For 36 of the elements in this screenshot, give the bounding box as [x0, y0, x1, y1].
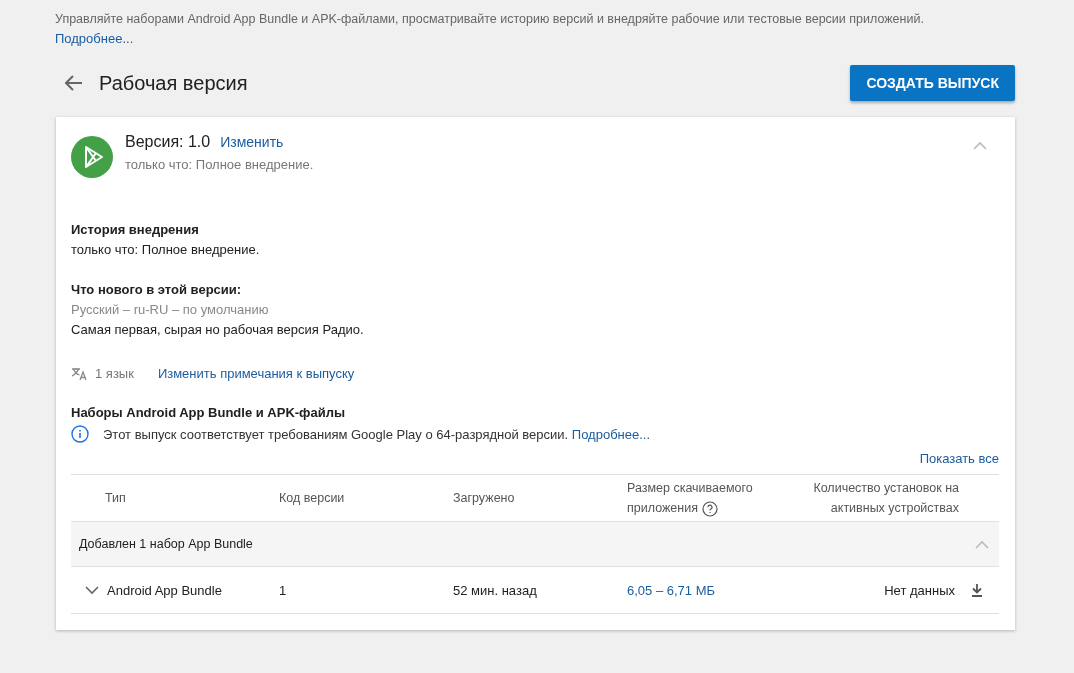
column-header: Размер скачиваемого приложения [627, 480, 754, 518]
table-cell: Нет данных [884, 582, 955, 598]
group-label: Добавлен 1 набор App Bundle [79, 537, 253, 551]
table-cell-text: 52 мин. назад [453, 582, 538, 598]
table-cell-text: 1 [279, 582, 288, 598]
show-all-link[interactable]: Показать все [919, 451, 999, 466]
release-notes: Самая первая, сырая но рабочая версия Радио. [71, 321, 365, 339]
edit-notes-link[interactable]: Изменить примечания к выпуску [157, 366, 355, 381]
column-header: Код версии [279, 490, 346, 507]
version-label: Версия: 1.0 [125, 133, 211, 151]
release-status: только что: Полное внедрение. [125, 157, 314, 172]
size-link[interactable]: 6,05 – 6,71 МБ [627, 582, 716, 598]
download-icon[interactable] [971, 583, 983, 597]
bundles-heading: Наборы Android App Bundle и APK-файлы [71, 404, 347, 422]
locale-label: Русский – ru-RU – по умолчанию [71, 301, 270, 319]
history-heading: История внедрения [71, 221, 200, 239]
translate-icon [71, 366, 87, 381]
help-icon[interactable] [701, 500, 718, 517]
table-cell: Android App Bundle [107, 582, 222, 598]
intro-text: Управляйте наборами Android App Bundle и APK-файлами, просматривайте историю версий и внедряйте рабочие или тестовые версии приложений. [55, 11, 925, 28]
info-icon [71, 425, 89, 443]
back-arrow-icon[interactable] [65, 75, 83, 91]
column-header: Тип [104, 490, 127, 507]
expand-chevron-icon[interactable] [85, 585, 99, 595]
play-logo-icon [71, 136, 113, 178]
learn-more-link[interactable]: Подробнее... [571, 426, 651, 442]
create-release-button[interactable]: СОЗДАТЬ ВЫПУСК [850, 65, 1015, 101]
history-text: только что: Полное внедрение. [71, 241, 261, 259]
page-title: Рабочая версия [99, 71, 248, 95]
whats-new-heading: Что нового в этой версии: [71, 281, 243, 299]
edit-version-link[interactable]: Изменить [220, 134, 284, 150]
column-header: Загружено [453, 490, 516, 507]
column-header: Количество установок на активных устройствах [812, 480, 960, 517]
info-text: Этот выпуск соответствует требованиям Google Play о 64-разрядной версии. Подробнее... [103, 426, 651, 442]
more-link[interactable]: Подробнее... [55, 31, 134, 46]
language-count: 1 язык [95, 366, 134, 381]
